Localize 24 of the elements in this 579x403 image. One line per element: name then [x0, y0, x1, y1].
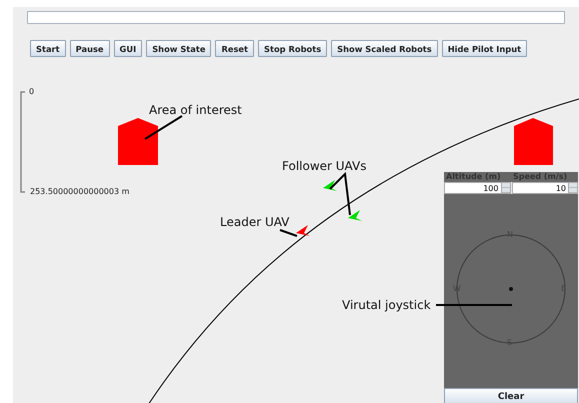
scale-label: 253.50000000000003 m	[30, 187, 130, 196]
toolbar-button[interactable]: Start	[30, 40, 66, 57]
joystick-dot	[509, 287, 513, 291]
toolbar-button[interactable]: Reset	[215, 40, 254, 57]
annotation-label: Area of interest	[149, 103, 242, 117]
scale-label: 0	[29, 87, 34, 96]
clear-button[interactable]: Clear	[444, 388, 578, 403]
progress-field[interactable]	[27, 11, 565, 24]
annotation-label: Leader UAV	[220, 215, 290, 229]
toolbar-button[interactable]: Show Scaled Robots	[331, 40, 438, 57]
toolbar-button[interactable]: Pause	[70, 40, 110, 57]
toolbar-button[interactable]: Hide Pilot Input	[442, 40, 528, 57]
annotation-label: Virutal joystick	[342, 298, 431, 312]
annotation-label: Follower UAVs	[282, 159, 366, 173]
leader-line	[144, 115, 183, 140]
area-marker	[118, 118, 158, 165]
toolbar-button[interactable]: GUI	[114, 40, 142, 57]
leader-line	[280, 229, 298, 237]
leader-line	[329, 172, 351, 216]
area-marker	[514, 118, 553, 165]
toolbar-button[interactable]: Show State	[146, 40, 212, 57]
number-spinner[interactable]: 10	[512, 182, 578, 194]
toolbar-button[interactable]: Stop Robots	[258, 40, 328, 57]
number-spinner[interactable]: 100	[444, 182, 510, 194]
